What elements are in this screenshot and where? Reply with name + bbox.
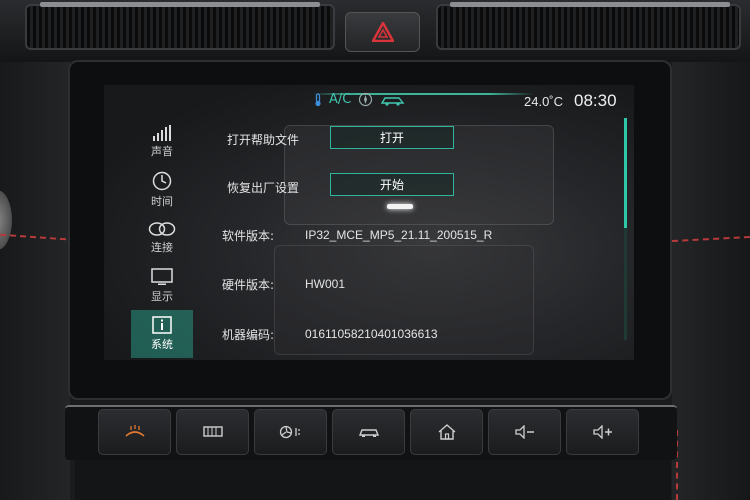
factory-reset-button-label: 开始 xyxy=(379,178,404,192)
car-icon xyxy=(358,429,379,437)
serial-number-label: 机器编码: xyxy=(222,328,275,342)
info-icon xyxy=(152,316,172,334)
volume-down-button[interactable] xyxy=(488,409,561,455)
fan-button[interactable] xyxy=(254,409,327,455)
right-air-vent xyxy=(436,4,741,50)
sidebar-item-sound[interactable]: 声音 xyxy=(131,118,193,166)
monitor-icon xyxy=(151,268,173,285)
software-version-label: 软件版本: xyxy=(222,229,275,243)
hazard-triangle-icon xyxy=(371,22,394,42)
sidebar-item-display[interactable]: 显示 xyxy=(131,262,193,310)
sidebar-item-label: 系统 xyxy=(151,338,173,351)
clock: 08:30 xyxy=(574,91,617,110)
car-settings-button[interactable] xyxy=(332,409,405,455)
volume-up-button[interactable] xyxy=(566,409,639,455)
sidebar-item-label: 声音 xyxy=(151,145,173,158)
home-icon xyxy=(438,424,455,440)
left-dash-panel xyxy=(0,62,70,500)
rear-defrost-button[interactable] xyxy=(176,409,249,455)
ac-label: A/C xyxy=(329,92,352,107)
vent-trim-right xyxy=(450,2,730,7)
scrollbar-thumb[interactable] xyxy=(624,118,627,228)
front-defrost-icon xyxy=(124,425,145,437)
settings-sidebar: 声音 时间 连接 显示 系统 xyxy=(131,118,193,358)
hardware-version-value: HW001 xyxy=(305,277,346,291)
factory-reset-label: 恢复出厂设置 xyxy=(227,181,300,195)
home-button[interactable] xyxy=(410,409,483,455)
fan-icon xyxy=(279,425,300,439)
clock-icon xyxy=(152,171,172,191)
right-dash-panel xyxy=(672,62,750,500)
volume-down-icon xyxy=(514,425,534,439)
sidebar-item-label: 时间 xyxy=(151,195,173,208)
sidebar-item-connection[interactable]: 连接 xyxy=(131,214,193,262)
software-version-value: IP32_MCE_MP5_21.11_200515_R xyxy=(305,228,493,242)
volume-up-icon xyxy=(592,425,612,439)
sidebar-item-label: 连接 xyxy=(151,241,173,254)
factory-reset-button[interactable]: 开始 xyxy=(330,173,454,196)
signal-bars-icon xyxy=(153,125,171,141)
left-air-vent xyxy=(25,4,335,50)
open-help-button-label: 打开 xyxy=(379,131,404,145)
light-glare xyxy=(387,204,413,209)
sidebar-item-system[interactable]: 系统 xyxy=(131,310,193,358)
lower-console xyxy=(75,460,671,500)
vent-trim-left xyxy=(40,2,320,7)
front-defrost-button[interactable] xyxy=(98,409,171,455)
link-icon xyxy=(148,222,176,236)
car-airflow-icon xyxy=(381,96,405,106)
hardware-version-label: 硬件版本: xyxy=(222,278,275,292)
sidebar-item-time[interactable]: 时间 xyxy=(131,166,193,214)
hazard-button[interactable] xyxy=(345,12,420,52)
status-bar: A/C 24.0˚C 08:30 xyxy=(104,85,634,115)
serial-number-value: 01611058210401036613 xyxy=(305,327,438,341)
help-file-label: 打开帮助文件 xyxy=(227,133,300,147)
climate-status[interactable]: A/C xyxy=(314,92,406,107)
temperature-readout: 24.0˚C xyxy=(524,94,564,109)
sidebar-item-label: 显示 xyxy=(151,290,173,303)
rear-defrost-icon xyxy=(202,426,223,437)
thermometer-icon xyxy=(315,92,321,106)
fan-recirculate-icon xyxy=(359,92,373,107)
open-help-button[interactable]: 打开 xyxy=(330,126,454,149)
